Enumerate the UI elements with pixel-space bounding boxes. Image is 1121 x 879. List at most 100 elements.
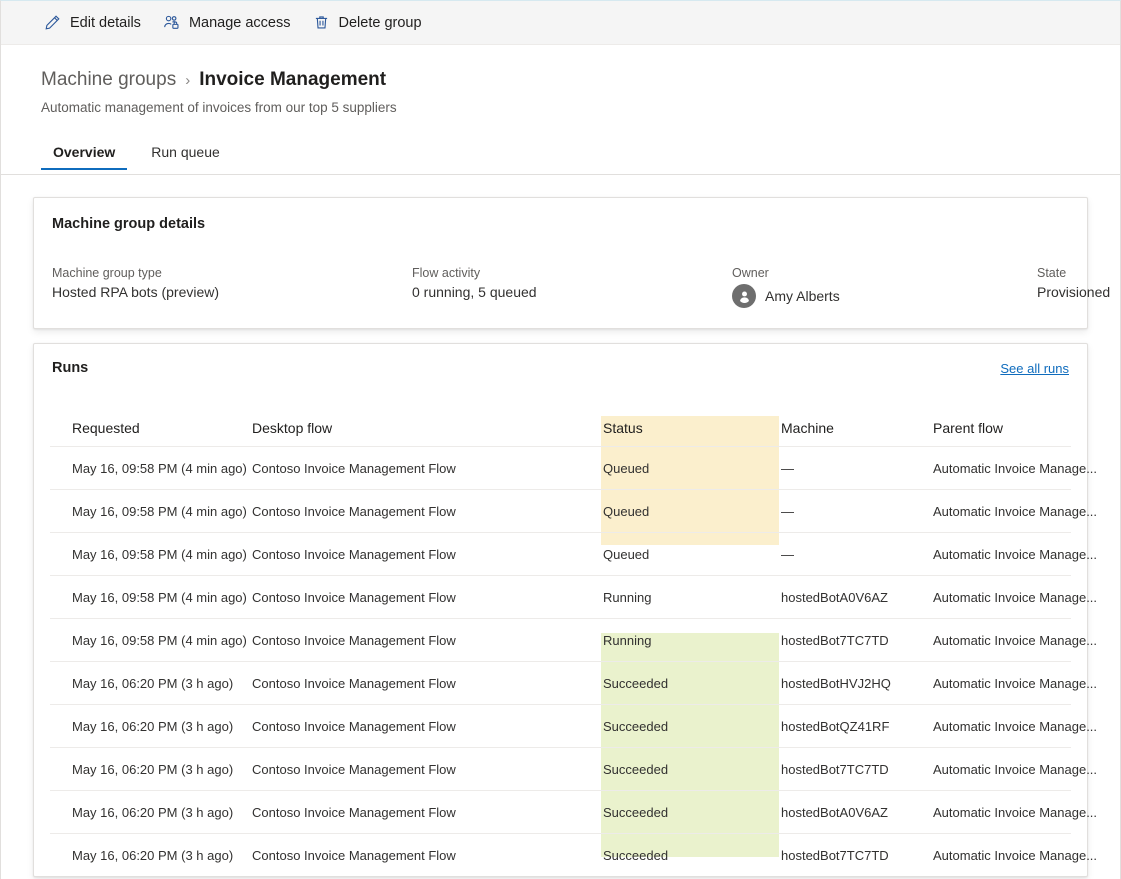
detail-label: Machine group type <box>52 266 412 280</box>
table-row[interactable]: May 16, 06:20 PM (3 h ago)Contoso Invoic… <box>50 833 1071 876</box>
cell-machine: — <box>781 547 933 562</box>
cell-requested: May 16, 06:20 PM (3 h ago) <box>72 848 252 863</box>
cell-desktop-flow: Contoso Invoice Management Flow <box>252 848 603 863</box>
cell-status: Running <box>603 633 781 648</box>
detail-label: State <box>1037 266 1121 280</box>
header-divider <box>1 174 1120 175</box>
cell-requested: May 16, 09:58 PM (4 min ago) <box>72 504 252 519</box>
avatar <box>732 284 756 308</box>
tab-list: Overview Run queue <box>41 138 1120 170</box>
command-bar: Edit details Manage access <box>1 1 1120 45</box>
cell-status: Succeeded <box>603 848 781 863</box>
edit-details-button[interactable]: Edit details <box>35 8 150 37</box>
cell-parent-flow: Automatic Invoice Manage... <box>933 848 1113 863</box>
page-subtitle: Automatic management of invoices from ou… <box>41 100 1120 115</box>
table-row[interactable]: May 16, 09:58 PM (4 min ago)Contoso Invo… <box>50 489 1071 532</box>
cell-parent-flow: Automatic Invoice Manage... <box>933 461 1113 476</box>
details-grid: Machine group type Hosted RPA bots (prev… <box>52 266 1069 308</box>
detail-value: Hosted RPA bots (preview) <box>52 284 412 300</box>
detail-value: 0 running, 5 queued <box>412 284 732 300</box>
cell-status: Succeeded <box>603 676 781 691</box>
runs-card-header: Runs See all runs <box>50 360 1071 376</box>
see-all-runs-link[interactable]: See all runs <box>1000 361 1069 376</box>
cell-machine: hostedBot7TC7TD <box>781 633 933 648</box>
column-header-parent-flow[interactable]: Parent flow <box>933 420 1113 436</box>
cell-machine: hostedBotA0V6AZ <box>781 805 933 820</box>
cell-status: Succeeded <box>603 719 781 734</box>
delete-group-button[interactable]: Delete group <box>304 8 431 37</box>
cell-status: Running <box>603 590 781 605</box>
cell-parent-flow: Automatic Invoice Manage... <box>933 504 1113 519</box>
cell-requested: May 16, 09:58 PM (4 min ago) <box>72 590 252 605</box>
cell-requested: May 16, 09:58 PM (4 min ago) <box>72 633 252 648</box>
cell-requested: May 16, 06:20 PM (3 h ago) <box>72 805 252 820</box>
cell-machine: hostedBotHVJ2HQ <box>781 676 933 691</box>
page-body: Machine group details Machine group type… <box>1 197 1120 877</box>
table-row[interactable]: May 16, 06:20 PM (3 h ago)Contoso Invoic… <box>50 704 1071 747</box>
table-header-row: Requested Desktop flow Status Machine Pa… <box>50 416 1071 446</box>
detail-state: State Provisioned <box>1037 266 1121 308</box>
breadcrumb: Machine groups › Invoice Management <box>41 69 1120 91</box>
tab-overview[interactable]: Overview <box>41 138 127 170</box>
manage-access-button[interactable]: Manage access <box>154 8 300 37</box>
details-card-title: Machine group details <box>52 216 1069 232</box>
detail-flow-activity: Flow activity 0 running, 5 queued <box>412 266 732 308</box>
manage-access-label: Manage access <box>189 15 291 31</box>
cell-desktop-flow: Contoso Invoice Management Flow <box>252 676 603 691</box>
cell-parent-flow: Automatic Invoice Manage... <box>933 805 1113 820</box>
machine-group-detail-page: Edit details Manage access <box>0 0 1121 879</box>
column-header-status[interactable]: Status <box>603 420 781 436</box>
table-body: May 16, 09:58 PM (4 min ago)Contoso Invo… <box>50 446 1071 876</box>
cell-status: Queued <box>603 461 781 476</box>
cell-desktop-flow: Contoso Invoice Management Flow <box>252 547 603 562</box>
runs-table: Requested Desktop flow Status Machine Pa… <box>50 416 1071 876</box>
cell-parent-flow: Automatic Invoice Manage... <box>933 547 1113 562</box>
cell-desktop-flow: Contoso Invoice Management Flow <box>252 719 603 734</box>
detail-label: Flow activity <box>412 266 732 280</box>
cell-machine: hostedBot7TC7TD <box>781 762 933 777</box>
cell-machine: hostedBotQZ41RF <box>781 719 933 734</box>
table-row[interactable]: May 16, 06:20 PM (3 h ago)Contoso Invoic… <box>50 661 1071 704</box>
detail-owner: Owner Amy Alberts <box>732 266 1037 308</box>
cell-status: Queued <box>603 547 781 562</box>
table-row[interactable]: May 16, 09:58 PM (4 min ago)Contoso Invo… <box>50 618 1071 661</box>
cell-machine: hostedBotA0V6AZ <box>781 590 933 605</box>
cell-desktop-flow: Contoso Invoice Management Flow <box>252 762 603 777</box>
runs-card: Runs See all runs Requested Desktop flow… <box>33 343 1088 877</box>
people-lock-icon <box>163 14 180 31</box>
tab-run-queue[interactable]: Run queue <box>139 138 232 170</box>
delete-group-label: Delete group <box>339 15 422 31</box>
cell-machine: — <box>781 461 933 476</box>
breadcrumb-machine-groups[interactable]: Machine groups <box>41 69 176 91</box>
table-row[interactable]: May 16, 09:58 PM (4 min ago)Contoso Invo… <box>50 575 1071 618</box>
cell-desktop-flow: Contoso Invoice Management Flow <box>252 461 603 476</box>
cell-requested: May 16, 06:20 PM (3 h ago) <box>72 676 252 691</box>
cell-status: Succeeded <box>603 762 781 777</box>
cell-desktop-flow: Contoso Invoice Management Flow <box>252 805 603 820</box>
table-row[interactable]: May 16, 06:20 PM (3 h ago)Contoso Invoic… <box>50 747 1071 790</box>
cell-requested: May 16, 09:58 PM (4 min ago) <box>72 461 252 476</box>
table-row[interactable]: May 16, 06:20 PM (3 h ago)Contoso Invoic… <box>50 790 1071 833</box>
cell-parent-flow: Automatic Invoice Manage... <box>933 590 1113 605</box>
detail-value: Amy Alberts <box>765 288 840 304</box>
cell-parent-flow: Automatic Invoice Manage... <box>933 762 1113 777</box>
column-header-machine[interactable]: Machine <box>781 420 933 436</box>
cell-parent-flow: Automatic Invoice Manage... <box>933 633 1113 648</box>
column-header-requested[interactable]: Requested <box>72 420 252 436</box>
cell-machine: — <box>781 504 933 519</box>
column-header-desktop-flow[interactable]: Desktop flow <box>252 420 603 436</box>
cell-requested: May 16, 06:20 PM (3 h ago) <box>72 762 252 777</box>
cell-parent-flow: Automatic Invoice Manage... <box>933 676 1113 691</box>
cell-desktop-flow: Contoso Invoice Management Flow <box>252 633 603 648</box>
detail-label: Owner <box>732 266 1037 280</box>
page-header: Machine groups › Invoice Management Auto… <box>1 45 1120 170</box>
table-row[interactable]: May 16, 09:58 PM (4 min ago)Contoso Invo… <box>50 446 1071 489</box>
page-title: Invoice Management <box>199 69 386 91</box>
detail-machine-group-type: Machine group type Hosted RPA bots (prev… <box>52 266 412 308</box>
table-row[interactable]: May 16, 09:58 PM (4 min ago)Contoso Invo… <box>50 532 1071 575</box>
cell-requested: May 16, 06:20 PM (3 h ago) <box>72 719 252 734</box>
pencil-icon <box>44 14 61 31</box>
cell-desktop-flow: Contoso Invoice Management Flow <box>252 504 603 519</box>
edit-details-label: Edit details <box>70 15 141 31</box>
machine-group-details-card: Machine group details Machine group type… <box>33 197 1088 329</box>
